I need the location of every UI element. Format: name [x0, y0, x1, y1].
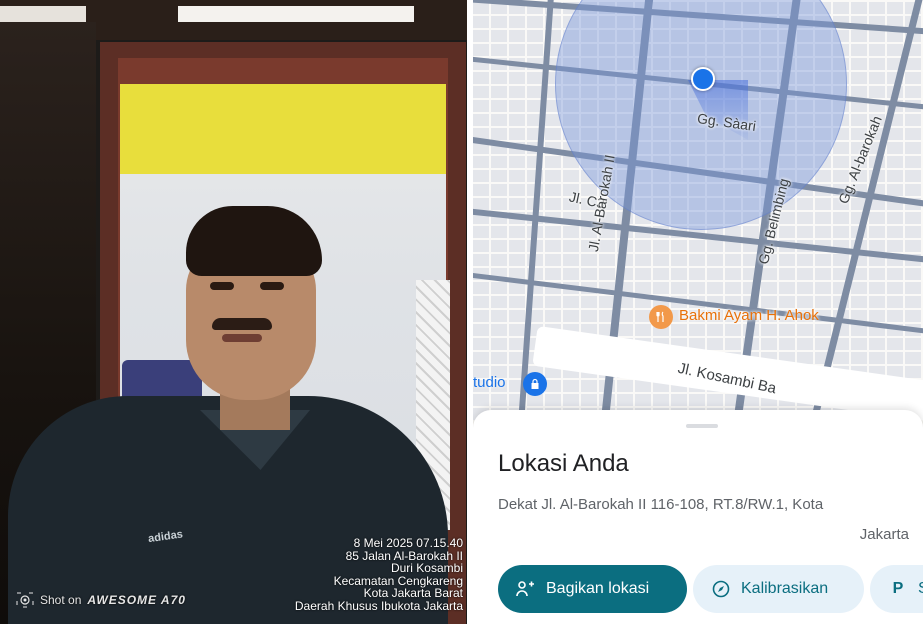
calibrate-label: Kalibrasikan: [741, 580, 829, 597]
mouth: [222, 334, 262, 342]
selfie-photo: adidas 8 Mei 2025 07.15.40 85 Jalan Al-B…: [0, 0, 467, 624]
poi-label[interactable]: tudio: [473, 374, 506, 391]
ceiling-light: [178, 6, 414, 22]
calibrate-button[interactable]: Kalibrasikan: [693, 565, 864, 613]
poi-label[interactable]: Bakmi Ayam H. Ahok: [679, 307, 819, 324]
share-location-button[interactable]: Bagikan lokasi: [498, 565, 687, 613]
sheet-title: Lokasi Anda: [498, 450, 629, 477]
eye: [210, 282, 234, 290]
timestamp-line: Duri Kosambi: [390, 561, 463, 575]
mustache: [212, 318, 272, 330]
restaurant-icon[interactable]: [649, 305, 673, 329]
eye: [260, 282, 284, 290]
parking-icon: P: [892, 580, 904, 597]
timestamp-line: Daerah Khusus Ibukota Jakarta: [294, 598, 463, 613]
drag-handle[interactable]: [686, 424, 718, 428]
camera-watermark: Shot on AWESOME A70: [16, 592, 186, 608]
address-line: Jakarta: [859, 526, 909, 543]
shirt-logo: adidas: [147, 528, 184, 546]
maps-panel: Gg. Sàari Jl. C3 Jl. Al-Barokah II Gg. B…: [473, 0, 923, 624]
yellow-wall: [120, 84, 446, 174]
watermark-brand: AWESOME A70: [87, 593, 186, 607]
address-line: Dekat Jl. Al-Barokah II 116-108, RT.8/RW…: [498, 496, 824, 513]
map-view[interactable]: Gg. Sàari Jl. C3 Jl. Al-Barokah II Gg. B…: [473, 0, 923, 440]
watermark-prefix: Shot on: [40, 593, 82, 607]
share-location-label: Bagikan lokasi: [546, 580, 650, 597]
camera-lens-icon: [16, 592, 34, 608]
ceiling-light: [0, 6, 86, 22]
compass-icon: [711, 580, 731, 598]
lock-icon[interactable]: [523, 372, 547, 396]
share-location-icon: [516, 580, 536, 598]
timestamp-line: 8 Mei 2025 07.15.40: [353, 536, 463, 550]
my-location-dot[interactable]: [691, 67, 715, 91]
parking-label: S: [918, 580, 923, 598]
parking-button[interactable]: P S: [870, 565, 923, 613]
location-sheet[interactable]: Lokasi Anda Dekat Jl. Al-Barokah II 116-…: [473, 410, 923, 624]
timestamp-line: Kota Jakarta Barat: [363, 586, 463, 600]
timestamp-overlay: 8 Mei 2025 07.15.40 85 Jalan Al-Barokah …: [223, 537, 463, 612]
